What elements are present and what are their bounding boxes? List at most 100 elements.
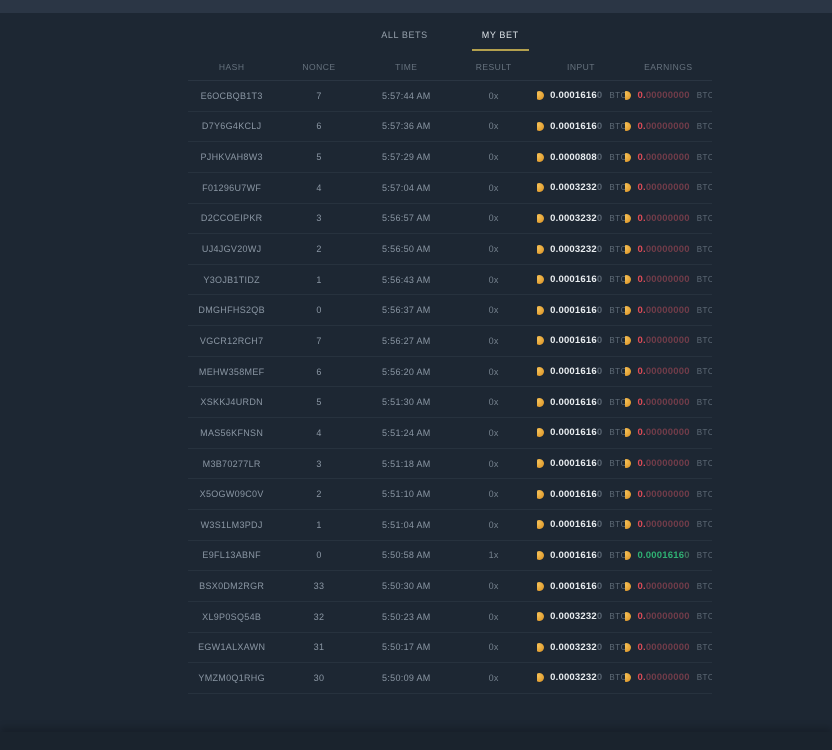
bet-nonce: 1 — [275, 520, 362, 530]
bet-result: 0x — [450, 121, 537, 131]
bet-earnings-cell: 0.00016160 BTC — [625, 550, 712, 561]
bet-hash: VGCR12RCH7 — [188, 336, 275, 346]
bet-earnings-value: 0.00000000 — [637, 213, 689, 224]
bet-time: 5:57:29 AM — [363, 152, 450, 162]
bet-nonce: 4 — [275, 183, 362, 193]
bet-input-cell: 0.00032320 BTC — [537, 182, 624, 193]
btc-currency-label: BTC — [609, 367, 624, 376]
bet-time: 5:51:04 AM — [363, 520, 450, 530]
btc-currency-label: BTC — [609, 306, 624, 315]
bet-input-cell: 0.00016160 BTC — [537, 489, 624, 500]
btc-coin-icon — [625, 336, 632, 345]
btc-currency-label: BTC — [697, 214, 712, 223]
bet-time: 5:56:57 AM — [363, 213, 450, 223]
bet-result: 0x — [450, 612, 537, 622]
bet-nonce: 3 — [275, 213, 362, 223]
bet-input-value: 0.00032320 — [550, 672, 602, 683]
bet-hash: XSKKJ4URDN — [188, 397, 275, 407]
column-header-nonce: NONCE — [275, 62, 362, 72]
bet-nonce: 33 — [275, 581, 362, 591]
bet-result: 0x — [450, 489, 537, 499]
bet-input-cell: 0.00016160 BTC — [537, 427, 624, 438]
bet-earnings-cell: 0.00000000 BTC — [625, 90, 712, 101]
btc-currency-label: BTC — [697, 367, 712, 376]
bet-earnings-value: 0.00000000 — [637, 642, 689, 653]
btc-coin-icon — [537, 306, 544, 315]
bet-input-cell: 0.00016160 BTC — [537, 550, 624, 561]
table-row: M3B70277LR 3 5:51:18 AM 0x 0.00016160 BT… — [188, 449, 712, 480]
btc-coin-icon — [625, 490, 632, 499]
bet-input-cell: 0.00016160 BTC — [537, 397, 624, 408]
btc-currency-label: BTC — [697, 643, 712, 652]
bet-earnings-cell: 0.00000000 BTC — [625, 213, 712, 224]
bet-input-cell: 0.00032320 BTC — [537, 642, 624, 653]
table-row: Y3OJB1TIDZ 1 5:56:43 AM 0x 0.00016160 BT… — [188, 265, 712, 296]
bet-nonce: 2 — [275, 489, 362, 499]
bet-earnings-cell: 0.00000000 BTC — [625, 182, 712, 193]
btc-currency-label: BTC — [697, 398, 712, 407]
bet-hash: E9FL13ABNF — [188, 550, 275, 560]
bet-nonce: 1 — [275, 275, 362, 285]
table-row: PJHKVAH8W3 5 5:57:29 AM 0x 0.00008080 BT… — [188, 142, 712, 173]
bet-result: 0x — [450, 183, 537, 193]
bet-earnings-cell: 0.00000000 BTC — [625, 397, 712, 408]
btc-coin-icon — [625, 428, 632, 437]
bet-earnings-cell: 0.00000000 BTC — [625, 335, 712, 346]
bet-time: 5:57:36 AM — [363, 121, 450, 131]
bet-input-value: 0.00016160 — [550, 274, 602, 285]
bet-hash: X5OGW09C0V — [188, 489, 275, 499]
tab-all-bets[interactable]: ALL BETS — [371, 30, 438, 51]
bet-nonce: 5 — [275, 397, 362, 407]
bet-nonce: 0 — [275, 550, 362, 560]
btc-currency-label: BTC — [697, 520, 712, 529]
btc-currency-label: BTC — [697, 459, 712, 468]
btc-coin-icon — [537, 183, 544, 192]
bet-earnings-value: 0.00000000 — [637, 90, 689, 101]
bets-panel: ALL BETS MY BET HASH NONCE TIME RESULT I… — [188, 13, 712, 694]
bet-input-cell: 0.00016160 BTC — [537, 366, 624, 377]
btc-coin-icon — [625, 306, 632, 315]
bet-nonce: 32 — [275, 612, 362, 622]
btc-coin-icon — [625, 612, 632, 621]
bet-hash: EGW1ALXAWN — [188, 642, 275, 652]
btc-currency-label: BTC — [697, 91, 712, 100]
table-row: D2CCOEIPKR 3 5:56:57 AM 0x 0.00032320 BT… — [188, 204, 712, 235]
bet-hash: F01296U7WF — [188, 183, 275, 193]
btc-coin-icon — [625, 122, 632, 131]
bet-nonce: 5 — [275, 152, 362, 162]
bet-input-cell: 0.00008080 BTC — [537, 152, 624, 163]
btc-coin-icon — [625, 673, 632, 682]
bet-input-cell: 0.00032320 BTC — [537, 672, 624, 683]
bet-result: 0x — [450, 459, 537, 469]
bet-input-cell: 0.00016160 BTC — [537, 335, 624, 346]
btc-coin-icon — [625, 367, 632, 376]
bet-input-cell: 0.00016160 BTC — [537, 305, 624, 316]
bet-hash: W3S1LM3PDJ — [188, 520, 275, 530]
btc-coin-icon — [537, 245, 544, 254]
btc-coin-icon — [537, 122, 544, 131]
table-row: X5OGW09C0V 2 5:51:10 AM 0x 0.00016160 BT… — [188, 479, 712, 510]
bet-input-cell: 0.00032320 BTC — [537, 244, 624, 255]
btc-currency-label: BTC — [697, 428, 712, 437]
bet-input-cell: 0.00016160 BTC — [537, 90, 624, 101]
btc-currency-label: BTC — [609, 183, 624, 192]
btc-coin-icon — [625, 183, 632, 192]
bet-earnings-cell: 0.00000000 BTC — [625, 611, 712, 622]
bet-time: 5:56:43 AM — [363, 275, 450, 285]
btc-coin-icon — [537, 398, 544, 407]
bet-earnings-value: 0.00016160 — [637, 550, 689, 561]
btc-currency-label: BTC — [609, 490, 624, 499]
bet-earnings-cell: 0.00000000 BTC — [625, 427, 712, 438]
btc-currency-label: BTC — [697, 306, 712, 315]
tab-my-bet[interactable]: MY BET — [472, 30, 529, 51]
bet-input-value: 0.00008080 — [550, 152, 602, 163]
table-row: D7Y6G4KCLJ 6 5:57:36 AM 0x 0.00016160 BT… — [188, 112, 712, 143]
bet-result: 0x — [450, 213, 537, 223]
bet-time: 5:51:10 AM — [363, 489, 450, 499]
column-header-input: INPUT — [537, 62, 624, 72]
btc-coin-icon — [537, 214, 544, 223]
bet-input-value: 0.00016160 — [550, 366, 602, 377]
btc-currency-label: BTC — [609, 551, 624, 560]
bet-earnings-cell: 0.00000000 BTC — [625, 581, 712, 592]
btc-currency-label: BTC — [697, 673, 712, 682]
